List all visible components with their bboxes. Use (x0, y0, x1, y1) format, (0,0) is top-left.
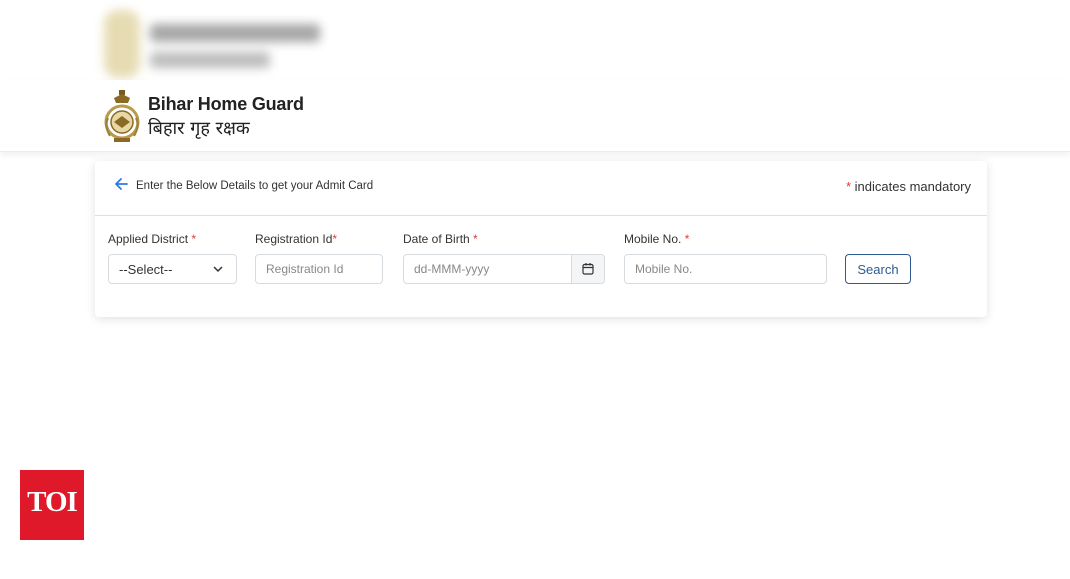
required-asterisk: * (191, 232, 197, 246)
home-guard-emblem-icon (104, 90, 140, 142)
mobile-field-box (624, 254, 827, 284)
calendar-button[interactable] (571, 255, 604, 283)
dob-input[interactable] (404, 255, 572, 283)
site-header: Bihar Home Guard बिहार गृह रक्षक (0, 80, 1070, 152)
registration-field-box (255, 254, 383, 284)
mobile-label: Mobile No. * (624, 232, 689, 246)
mobile-label-text: Mobile No. (624, 232, 685, 246)
chevron-down-icon (213, 266, 223, 273)
site-title: Bihar Home Guard (148, 94, 304, 114)
district-selected-value: --Select-- (119, 262, 173, 277)
district-select[interactable]: --Select-- (108, 254, 237, 284)
registration-label: Registration Id* (255, 232, 337, 246)
toi-logo-text: TOI (27, 486, 78, 518)
required-asterisk: * (473, 232, 478, 246)
district-label: Applied District * (108, 232, 196, 246)
mobile-number-input[interactable] (625, 255, 826, 283)
mandatory-text: indicates mandatory (851, 179, 971, 194)
calendar-icon (582, 263, 594, 275)
registration-label-text: Registration Id (255, 232, 333, 246)
dob-field-box (403, 254, 605, 284)
dob-label: Date of Birth * (403, 232, 478, 246)
registration-id-input[interactable] (256, 255, 382, 283)
toi-watermark-logo: TOI (20, 470, 84, 540)
required-asterisk: * (684, 232, 690, 246)
site-subtitle-hindi: बिहार गृह रक्षक (148, 118, 250, 139)
district-label-text: Applied District (108, 232, 192, 246)
dob-label-text: Date of Birth (403, 232, 474, 246)
card-header: Enter the Below Details to get your Admi… (95, 161, 987, 216)
blurred-banner (96, 6, 336, 82)
search-button[interactable]: Search (845, 254, 911, 284)
mandatory-note: * indicates mandatory (846, 179, 971, 194)
admit-card-form: Enter the Below Details to get your Admi… (95, 161, 987, 317)
card-heading: Enter the Below Details to get your Admi… (136, 180, 374, 192)
arrow-left-icon[interactable] (113, 176, 129, 192)
required-asterisk: * (332, 232, 338, 246)
